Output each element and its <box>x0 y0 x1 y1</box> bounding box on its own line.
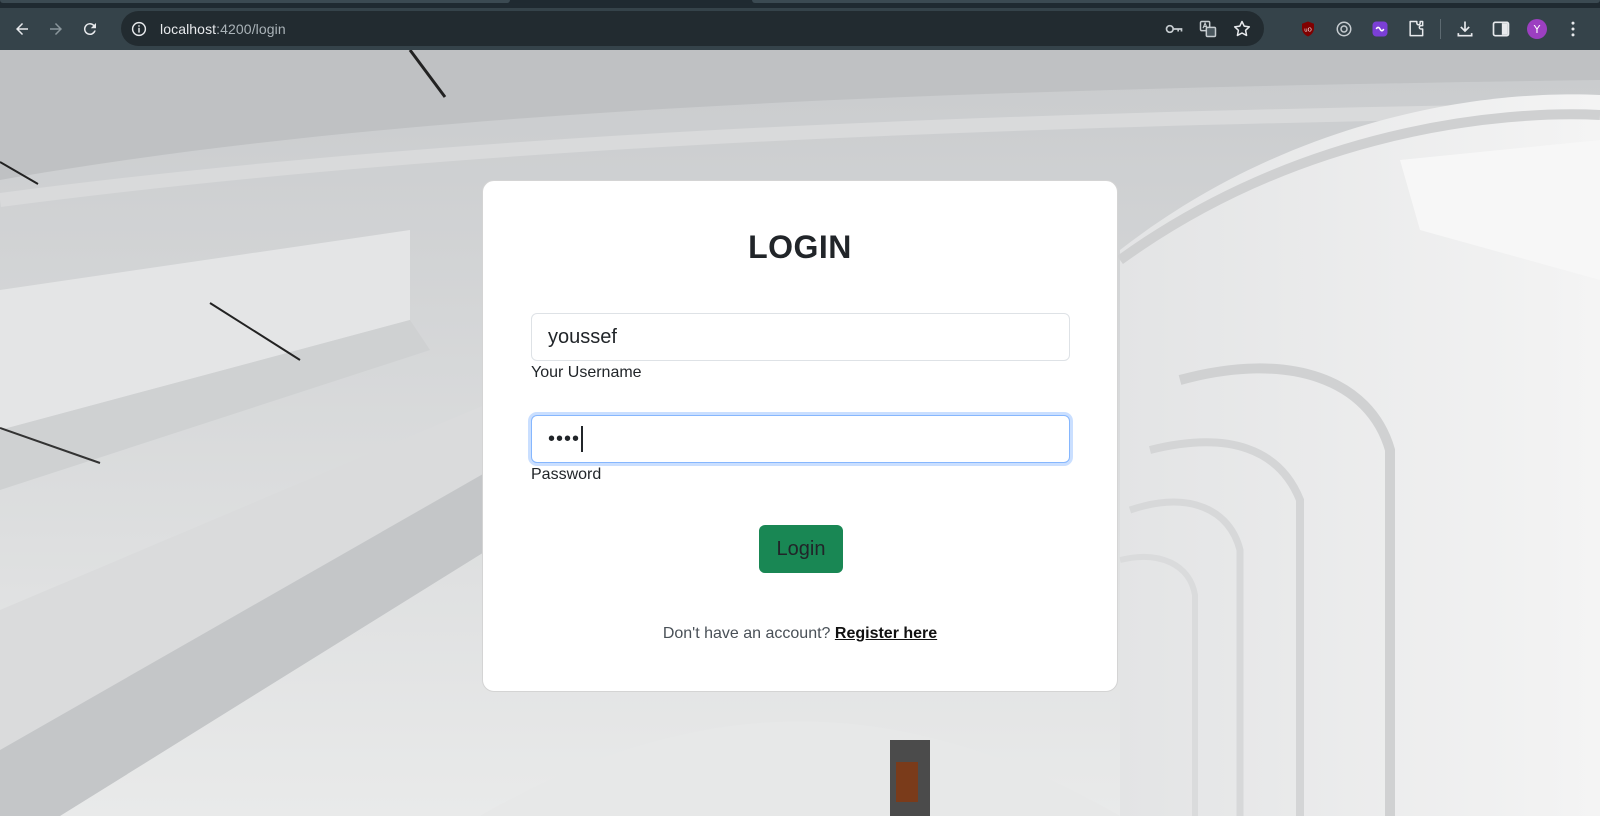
reload-button[interactable] <box>74 13 106 45</box>
browser-toolbar: localhost:4200/login uO Y <box>0 8 1600 50</box>
site-info-icon[interactable] <box>129 19 149 39</box>
register-link[interactable]: Register here <box>835 625 937 642</box>
password-value: •••• <box>548 427 581 450</box>
menu-dots-icon[interactable] <box>1555 13 1591 45</box>
ublock-icon[interactable]: uO <box>1290 13 1326 45</box>
extension-circle-icon[interactable] <box>1326 13 1362 45</box>
toolbar-separator <box>1440 19 1441 39</box>
extensions-puzzle-icon[interactable] <box>1398 13 1434 45</box>
page-title: LOGIN <box>748 229 852 265</box>
svg-text:uO: uO <box>1304 27 1311 33</box>
downloads-icon[interactable] <box>1447 13 1483 45</box>
tab-strip <box>0 0 1600 8</box>
username-value: youssef <box>548 325 617 348</box>
back-icon <box>16 23 28 35</box>
login-button[interactable]: Login <box>759 525 843 573</box>
url-path: :4200/login <box>216 20 286 37</box>
address-bar[interactable]: localhost:4200/login <box>121 11 1264 46</box>
username-label: Your Username <box>531 364 642 381</box>
forward-button[interactable] <box>40 13 72 45</box>
text-caret <box>581 426 584 452</box>
password-input[interactable]: •••• <box>531 415 1070 463</box>
profile-avatar: Y <box>1527 19 1547 39</box>
bookmark-star-icon[interactable] <box>1230 17 1254 41</box>
login-card: LOGIN youssef Your Username •••• Passwor… <box>482 180 1118 692</box>
side-panel-icon[interactable] <box>1483 13 1519 45</box>
password-key-icon[interactable] <box>1162 17 1186 41</box>
url-host: localhost <box>160 20 217 37</box>
forward-icon <box>50 23 62 35</box>
profile-avatar-button[interactable]: Y <box>1519 13 1555 45</box>
password-label: Password <box>531 466 602 483</box>
url-text[interactable]: localhost:4200/login <box>160 21 286 37</box>
translate-icon[interactable] <box>1196 17 1220 41</box>
reload-icon <box>83 23 96 36</box>
extension-purple-icon[interactable] <box>1362 13 1398 45</box>
active-tab-edge <box>0 0 510 3</box>
register-prompt: Don't have an account? Register here <box>483 625 1117 643</box>
username-input[interactable]: youssef <box>531 313 1070 361</box>
page-viewport: LOGIN youssef Your Username •••• Passwor… <box>0 50 1600 816</box>
register-prompt-text: Don't have an account? <box>662 625 835 642</box>
back-button[interactable] <box>6 13 38 45</box>
inactive-tab-edge <box>752 0 1600 3</box>
